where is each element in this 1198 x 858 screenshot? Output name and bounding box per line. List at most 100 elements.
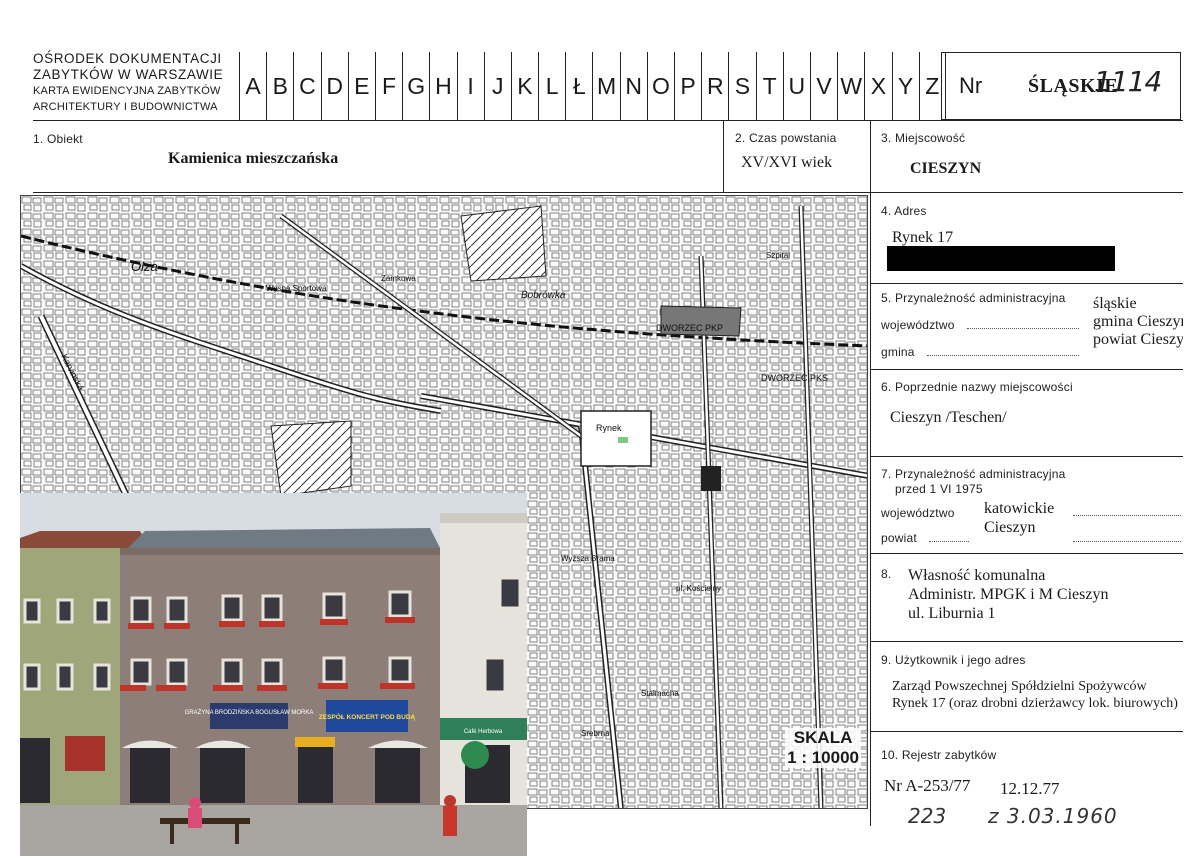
commune-label: gmina — [881, 345, 915, 359]
building-photo: GRAŻYNA BRODZIŃSKA BOGUSŁAW MORKA ZESPÓŁ… — [20, 493, 527, 856]
org-line: KARTA EWIDENCYJNA ZABYTKÓW — [33, 85, 221, 97]
date-value: XV/XVI wiek — [741, 154, 833, 171]
admin-value: gmina Cieszyn — [1093, 313, 1183, 330]
index-letter: Ł — [565, 52, 592, 120]
county-1975-value: Cieszyn — [984, 519, 1036, 536]
index-letter: B — [266, 52, 293, 120]
index-letter: W — [837, 52, 864, 120]
index-letter: D — [320, 52, 348, 120]
map-label: Wyspa Sportowa — [266, 284, 327, 293]
register-handwritten-date: z 3.03.1960 — [988, 804, 1118, 828]
voivodeship-1975-value: katowickie — [984, 500, 1055, 517]
org-line: ZABYTKÓW W WARSZAWIE — [33, 67, 224, 82]
divider — [870, 641, 1183, 642]
index-letter: N — [619, 52, 647, 120]
divider — [33, 192, 1183, 193]
divider — [723, 120, 724, 192]
index-letter: G — [402, 52, 429, 120]
dotted-line — [929, 541, 969, 542]
object-value: Kamienica mieszczańska — [168, 150, 339, 167]
record-number-handwritten: 1114 — [1094, 65, 1162, 98]
map-scale-label: SKALA — [793, 728, 853, 747]
dotted-line — [1073, 541, 1181, 542]
divider — [870, 369, 1183, 370]
index-letter: P — [674, 52, 701, 120]
dotted-line — [967, 328, 1079, 329]
index-letter: F — [374, 52, 402, 120]
index-letter: K — [510, 52, 538, 120]
user-value: Zarząd Powszechnej Spółdzielni Spożywców… — [892, 678, 1182, 712]
ownership-line: Własność komunalna — [908, 567, 1046, 584]
county-1975-label: powiat — [881, 531, 917, 545]
index-letter: H — [429, 52, 456, 120]
user-line: Rynek 17 (oraz drobni dzierżawcy lok. bi… — [892, 696, 1178, 711]
index-letter: A — [239, 52, 266, 120]
index-letter: U — [782, 52, 810, 120]
photo-sign: Café Herbowa — [464, 729, 503, 735]
map-label: DWORZEC PKS — [761, 373, 828, 383]
index-letter: I — [456, 52, 484, 120]
object-label: 1. Obiekt — [33, 132, 83, 146]
index-letter: V — [809, 52, 837, 120]
org-line: OŚRODEK DOKUMENTACJI — [33, 51, 222, 66]
user-line: Zarząd Powszechnej Spółdzielni Spożywców — [892, 679, 1147, 694]
index-letter: L — [538, 52, 565, 120]
admin-1975-label: 7. Przynależność administracyjna — [881, 467, 1066, 481]
issuing-office: OŚRODEK DOKUMENTACJI ZABYTKÓW W WARSZAWI… — [33, 51, 233, 115]
user-label: 9. Użytkownik i jego adres — [881, 653, 1026, 667]
ownership-label: 8. — [881, 567, 892, 581]
address-label: 4. Adres — [881, 204, 927, 218]
map-label: DWORZEC PKP — [656, 323, 723, 333]
index-letter: Y — [891, 52, 919, 120]
index-letter: E — [347, 52, 375, 120]
photo-sign: ZESPÓŁ KONCERT POD BUDĄ — [319, 712, 416, 721]
index-letter-strip: ABCDEFGHIJKLŁMNOPRSTUVWXYZ — [239, 52, 946, 120]
org-line: ARCHITEKTURY I BUDOWNICTWA — [33, 101, 218, 113]
locality-value: CIESZYN — [910, 160, 982, 177]
photo-drawing: GRAŻYNA BRODZIŃSKA BOGUSŁAW MORKA ZESPÓŁ… — [20, 493, 527, 856]
map-label: Srebrna — [581, 729, 610, 738]
divider — [33, 120, 1183, 121]
voivodeship-label: województwo — [881, 318, 955, 332]
date-label: 2. Czas powstania — [735, 131, 837, 145]
map-label: Wyższa Brama — [561, 554, 615, 563]
index-letter: M — [592, 52, 619, 120]
index-letter: S — [728, 52, 755, 120]
divider — [870, 731, 1183, 732]
dotted-line — [1073, 515, 1181, 516]
map-label: Bobrówka — [521, 290, 566, 301]
map-label: Zamkowa — [381, 274, 416, 283]
record-number-box: Nr ŚLĄSKIE 1114 — [941, 52, 1181, 120]
former-names-value: Cieszyn /Teschen/ — [890, 409, 1007, 426]
map-label: Szpital — [766, 251, 790, 260]
map-label: Stalmacha — [641, 689, 679, 698]
divider — [870, 283, 1183, 284]
locality-label: 3. Miejscowość — [881, 131, 966, 145]
index-letter: R — [701, 52, 728, 120]
index-letter: X — [864, 52, 891, 120]
former-names-label: 6. Poprzednie nazwy miejscowości — [881, 380, 1073, 394]
index-letter: O — [646, 52, 674, 120]
register-number: Nr A-253/77 — [884, 776, 971, 795]
index-letter: C — [293, 52, 320, 120]
register-label: 10. Rejestr zabytków — [881, 748, 997, 762]
voivodeship-1975-label: województwo — [881, 506, 955, 520]
address-value: Rynek 17 — [892, 229, 954, 246]
index-letter: T — [755, 52, 783, 120]
admin-1975-date-label: przed 1 VI 1975 — [895, 482, 983, 496]
redaction-bar — [887, 246, 1115, 271]
admin-value: powiat Cieszyn — [1093, 331, 1183, 348]
ownership-value: Własność komunalna Administr. MPGK i M C… — [908, 566, 1108, 623]
map-label: pl. Kościelny — [676, 584, 721, 593]
register-date: 12.12.77 — [1000, 779, 1060, 798]
map-label: Rynek — [596, 423, 622, 433]
monument-record-card: OŚRODEK DOKUMENTACJI ZABYTKÓW W WARSZAWI… — [0, 0, 1198, 858]
admin-label: 5. Przynależność administracyjna — [881, 291, 1066, 305]
record-number-label: Nr — [959, 73, 983, 98]
map-scale-value: 1 : 10000 — [787, 748, 859, 767]
ownership-line: Administr. MPGK i M Cieszyn — [908, 586, 1109, 603]
divider — [870, 553, 1183, 554]
photo-sign: GRAŻYNA BRODZIŃSKA BOGUSŁAW MORKA — [185, 709, 314, 716]
divider — [870, 120, 871, 826]
ownership-line: ul. Liburnia 1 — [908, 605, 996, 622]
